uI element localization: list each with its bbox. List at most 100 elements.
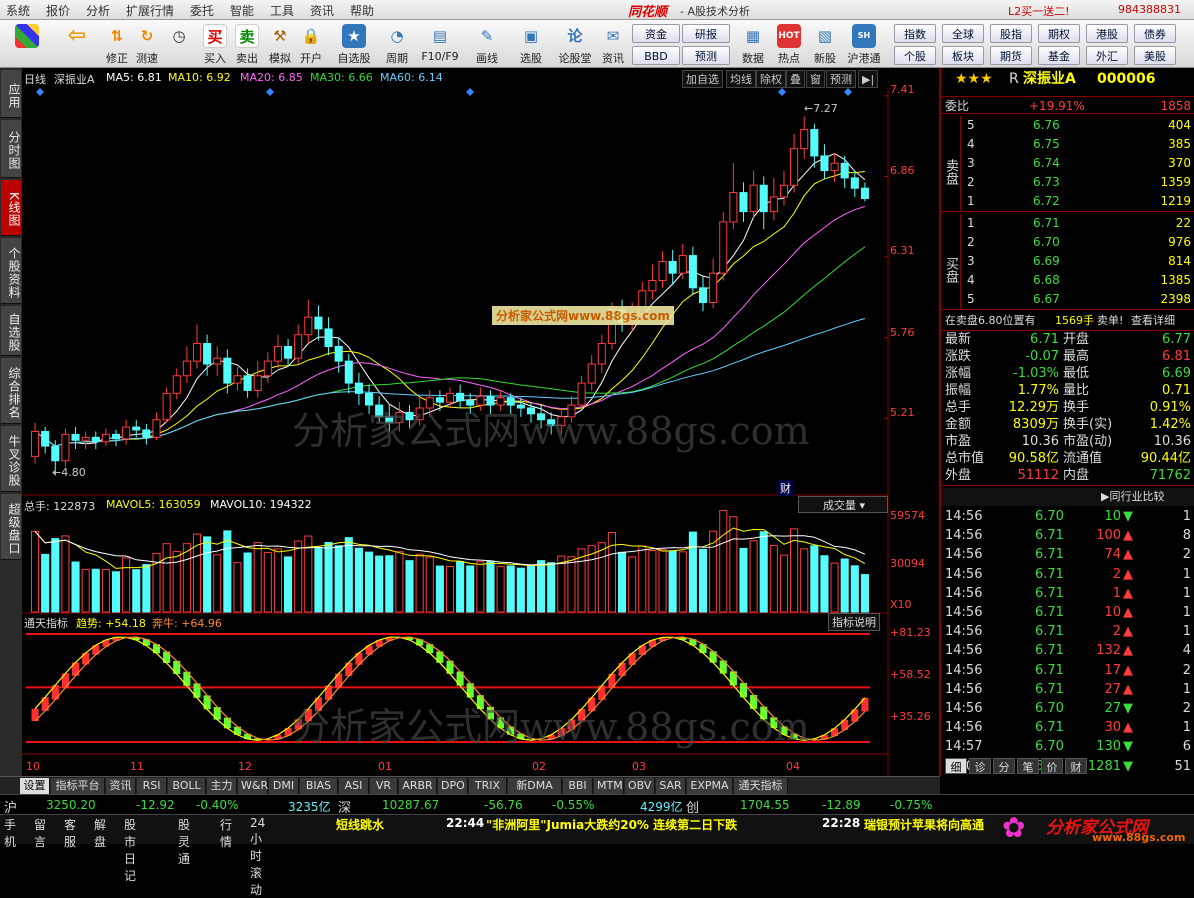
news-button[interactable]: ✉ 资讯 <box>596 22 630 66</box>
notice-detail-link[interactable]: 查看详细 <box>1131 312 1175 330</box>
funds-button[interactable]: 基金 <box>1038 46 1080 65</box>
quote-tab[interactable]: 诊 <box>969 758 991 774</box>
indicator-tab[interactable]: EXPMA <box>687 778 733 794</box>
news-shortcut[interactable]: 解盘 <box>94 816 106 850</box>
bid-row[interactable]: 2 6.70 976 <box>941 233 1194 251</box>
menu-help[interactable]: 帮助 <box>350 2 374 19</box>
buy-button[interactable]: 买买入 <box>198 22 232 66</box>
index-button[interactable]: 指数 <box>894 24 936 43</box>
index-futures-button[interactable]: 股指 <box>990 24 1032 43</box>
quote-tab[interactable]: 财 <box>1065 758 1087 774</box>
indicator-tab[interactable]: TRIX <box>469 778 507 794</box>
expand-arrow-icon[interactable]: ▶| <box>858 70 879 88</box>
tab-super-orderbook[interactable]: 超级盘口 <box>1 494 21 560</box>
grid-button[interactable] <box>10 22 44 66</box>
overlay-button[interactable]: 叠 <box>786 70 805 88</box>
add-watchlist-button[interactable]: 加自选 <box>682 70 723 88</box>
quote-tab[interactable]: 价 <box>1041 758 1063 774</box>
draw-line-button[interactable]: ✎ 画线 <box>470 22 504 66</box>
news-headline-3[interactable]: 瑞银预计苹果将向高通 <box>864 816 984 833</box>
news-shortcut[interactable]: 24小时滚动 <box>250 816 265 898</box>
indicator-tab[interactable]: BOLL <box>168 778 206 794</box>
indicator-tab[interactable]: ASI <box>339 778 369 794</box>
tab-stock-info[interactable]: 个股资料 <box>1 238 21 304</box>
news-shortcut[interactable]: 客服 <box>64 816 76 850</box>
forum-button[interactable]: 论论股堂 <box>556 22 594 66</box>
indicator-tab[interactable]: DPO <box>438 778 468 794</box>
global-button[interactable]: 全球 <box>942 24 984 43</box>
futures-button[interactable]: 期货 <box>990 46 1032 65</box>
tab-diagnosis[interactable]: 牛叉诊股 <box>1 426 21 492</box>
adjust-button[interactable]: ⇅ 修正 <box>100 22 134 66</box>
window-button[interactable]: 窗 <box>806 70 825 88</box>
f10-button[interactable]: ▤ F10/F9 <box>420 22 460 66</box>
news-shortcut[interactable]: 行情 <box>220 816 232 850</box>
indicator-tab[interactable]: 通天指标 <box>734 778 788 794</box>
stock-select-button[interactable]: ▣ 选股 <box>514 22 548 66</box>
promo-link[interactable]: L2买一送二! <box>1008 3 1070 19</box>
ex-rights-button[interactable]: 除权 <box>756 70 786 88</box>
hot-button[interactable]: HOT 热点 <box>772 22 806 66</box>
forecast-chart-button[interactable]: 预测 <box>826 70 856 88</box>
indicator-tab[interactable]: 新DMA <box>508 778 562 794</box>
indicator-tab[interactable]: W&R <box>238 778 268 794</box>
finance-marker[interactable]: 财 <box>778 480 793 496</box>
forex-button[interactable]: 外汇 <box>1086 46 1128 65</box>
news-shortcut[interactable]: 股灵通 <box>178 816 190 867</box>
sectors-button[interactable]: 板块 <box>942 46 984 65</box>
ask-row[interactable]: 1 6.72 1219 <box>941 192 1194 210</box>
news-shortcut[interactable]: 手机 <box>4 816 16 850</box>
simulate-button[interactable]: ⚒ 模拟 <box>263 22 297 66</box>
menu-quote[interactable]: 报价 <box>46 2 70 19</box>
new-stock-button[interactable]: ▧ 新股 <box>808 22 842 66</box>
stocks-button[interactable]: 个股 <box>894 46 936 65</box>
hk-stocks-button[interactable]: 港股 <box>1086 24 1128 43</box>
indicator-tab[interactable]: VR <box>370 778 398 794</box>
menu-extended[interactable]: 扩展行情 <box>126 2 174 19</box>
hk-connect-button[interactable]: SH HK 沪港通 <box>844 22 884 66</box>
news-shortcut[interactable]: 股市日记 <box>124 816 136 884</box>
menu-trade[interactable]: 委托 <box>190 2 214 19</box>
back-button[interactable]: ⇦ <box>60 22 94 66</box>
indicator-tab[interactable]: MTM <box>594 778 624 794</box>
quote-tab[interactable]: 笔 <box>1017 758 1039 774</box>
us-stocks-button[interactable]: 美股 <box>1134 46 1176 65</box>
ma-toggle-button[interactable]: 均线 <box>726 70 756 88</box>
tab-apps[interactable]: 应用 <box>1 70 21 118</box>
indicator-help-button[interactable]: 指标说明 <box>828 613 880 631</box>
compare-row[interactable]: ▶同行业比较 <box>941 488 1194 506</box>
news-headline-1[interactable]: 短线跳水 <box>336 816 384 833</box>
indicator-tab[interactable]: 资讯 <box>106 778 136 794</box>
news-headline-2[interactable]: "非洲阿里"Jumia大跌约20% 连续第二日下跌 <box>486 816 737 833</box>
ask-row[interactable]: 4 6.75 385 <box>941 135 1194 153</box>
indicator-tab[interactable]: DMI <box>269 778 299 794</box>
research-button[interactable]: 研报 <box>682 24 730 43</box>
sell-button[interactable]: 卖卖出 <box>230 22 264 66</box>
tab-ranking[interactable]: 综合排名 <box>1 358 21 424</box>
indicator-tab[interactable]: SAR <box>656 778 686 794</box>
options-button[interactable]: 期权 <box>1038 24 1080 43</box>
ask-row[interactable]: 2 6.73 1359 <box>941 173 1194 191</box>
indicator-tab[interactable]: BIAS <box>300 778 338 794</box>
menu-system[interactable]: 系统 <box>6 2 30 19</box>
ask-row[interactable]: 3 6.74 370 <box>941 154 1194 172</box>
indicator-tab[interactable]: 主力 <box>207 778 237 794</box>
cycle-button[interactable]: ◔ 周期 <box>380 22 414 66</box>
kline-chart-area[interactable]: 日线 深振业A MA5: 6.81 MA10: 6.92 MA20: 6.85 … <box>22 68 940 776</box>
forecast-button[interactable]: 预测 <box>682 46 730 65</box>
bid-row[interactable]: 3 6.69 814 <box>941 252 1194 270</box>
menu-smart[interactable]: 智能 <box>230 2 254 19</box>
bid-row[interactable]: 5 6.67 2398 <box>941 290 1194 308</box>
volume-select[interactable]: 成交量 ▾ <box>798 496 888 513</box>
open-account-button[interactable]: 🔒 开户 <box>294 22 328 66</box>
bid-row[interactable]: 1 6.71 22 <box>941 214 1194 232</box>
bbd-button[interactable]: BBD <box>632 46 680 65</box>
menu-analysis[interactable]: 分析 <box>86 2 110 19</box>
news-shortcut[interactable]: 留言 <box>34 816 46 850</box>
menu-news[interactable]: 资讯 <box>310 2 334 19</box>
menu-tools[interactable]: 工具 <box>270 2 294 19</box>
indicator-tab[interactable]: OBV <box>625 778 655 794</box>
tab-kline[interactable]: K线图 <box>1 180 21 236</box>
indicator-tab[interactable]: 设置 <box>20 778 50 794</box>
indicator-tab[interactable]: ARBR <box>399 778 437 794</box>
